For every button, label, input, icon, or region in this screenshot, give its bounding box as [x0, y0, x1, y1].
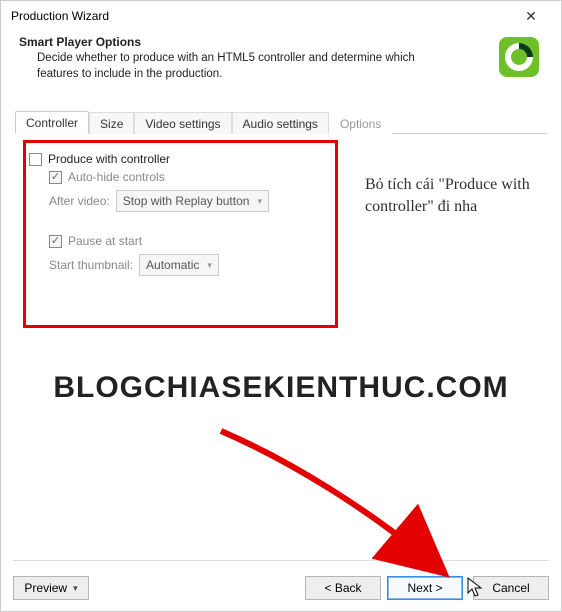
production-wizard-window: Production Wizard ✕ Smart Player Options… — [0, 0, 562, 612]
close-icon: ✕ — [525, 8, 537, 25]
next-button[interactable]: Next > — [387, 576, 463, 600]
annotation-text: Bỏ tích cái "Produce with controller" đi… — [365, 174, 555, 217]
pause-at-start-label: Pause at start — [68, 234, 142, 248]
start-thumbnail-select: Automatic ▾ — [139, 254, 219, 276]
tab-video-settings[interactable]: Video settings — [134, 112, 231, 134]
after-video-label: After video: — [49, 194, 110, 208]
pause-at-start-row: Pause at start — [49, 234, 533, 248]
footer-separator — [13, 560, 549, 561]
chevron-down-icon: ▾ — [207, 260, 212, 271]
watermark-text: BLOGCHIASEKIENTHUC.COM — [1, 371, 561, 405]
preview-label: Preview — [24, 581, 67, 595]
start-thumbnail-value: Automatic — [146, 258, 199, 272]
tab-size[interactable]: Size — [89, 112, 134, 134]
header: Smart Player Options Decide whether to p… — [1, 31, 561, 90]
produce-with-controller-label: Produce with controller — [48, 152, 170, 166]
titlebar: Production Wizard ✕ — [1, 1, 561, 31]
tabstrip: Controller Size Video settings Audio set… — [15, 110, 547, 134]
start-thumbnail-row: Start thumbnail: Automatic ▾ — [49, 254, 533, 276]
close-button[interactable]: ✕ — [511, 2, 551, 30]
page-title: Smart Player Options — [19, 35, 543, 49]
page-description: Decide whether to produce with an HTML5 … — [19, 51, 449, 82]
tab-options: Options — [329, 112, 392, 134]
tab-audio-settings[interactable]: Audio settings — [232, 112, 329, 134]
after-video-value: Stop with Replay button — [123, 194, 250, 208]
camtasia-logo-icon — [495, 33, 543, 81]
auto-hide-checkbox — [49, 171, 62, 184]
pause-at-start-checkbox — [49, 235, 62, 248]
after-video-select: Stop with Replay button ▾ — [116, 190, 269, 212]
tab-body-controller: Produce with controller Auto-hide contro… — [15, 134, 547, 354]
window-title: Production Wizard — [11, 9, 511, 23]
back-button[interactable]: < Back — [305, 576, 381, 600]
tab-controller[interactable]: Controller — [15, 111, 89, 134]
produce-with-controller-row: Produce with controller — [29, 152, 533, 166]
auto-hide-label: Auto-hide controls — [68, 170, 165, 184]
chevron-down-icon: ▾ — [257, 196, 262, 207]
cancel-button[interactable]: Cancel — [473, 576, 549, 600]
chevron-down-icon: ▾ — [73, 583, 78, 594]
footer: Preview ▾ < Back Next > Cancel — [1, 565, 561, 611]
produce-with-controller-checkbox[interactable] — [29, 153, 42, 166]
start-thumbnail-label: Start thumbnail: — [49, 258, 133, 272]
preview-button[interactable]: Preview ▾ — [13, 576, 89, 600]
